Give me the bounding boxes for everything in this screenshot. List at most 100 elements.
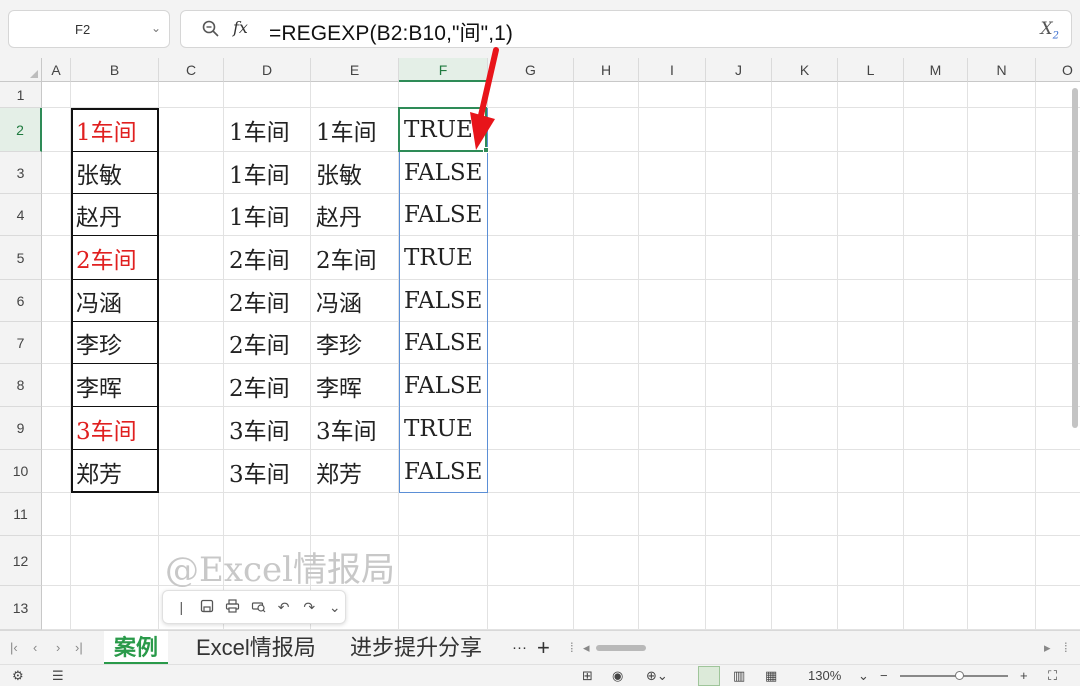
cell-b9[interactable]: 3车间 [71, 407, 159, 450]
column-header-l[interactable]: L [838, 58, 904, 82]
vertical-scrollbar[interactable] [1072, 88, 1078, 428]
column-header-o[interactable]: O [1036, 58, 1080, 82]
column-header-g[interactable]: G [488, 58, 574, 82]
zoom-in-icon[interactable]: + [1020, 668, 1028, 683]
tab-split-icon[interactable]: ⁞ [1064, 640, 1068, 655]
column-header-b[interactable]: B [71, 58, 159, 82]
print-preview-icon[interactable] [248, 599, 269, 616]
cell-b7[interactable]: 李珍 [71, 322, 159, 364]
prev-sheet-icon[interactable]: ‹ [33, 640, 37, 655]
cell-f6[interactable]: FALSE [399, 280, 488, 322]
row-header-5[interactable]: 5 [0, 236, 42, 280]
zoom-level[interactable]: 130% [808, 668, 841, 683]
cell-d4[interactable]: 1车间 [224, 194, 311, 236]
cell-f4[interactable]: FALSE [399, 194, 488, 236]
cell-b10[interactable]: 郑芳 [71, 450, 159, 493]
row-header-1[interactable]: 1 [0, 82, 42, 108]
last-sheet-icon[interactable]: ›| [75, 640, 83, 655]
cell-e6[interactable]: 冯涵 [311, 280, 399, 322]
cell-d3[interactable]: 1车间 [224, 152, 311, 194]
cell-d5[interactable]: 2车间 [224, 236, 311, 280]
formula-text[interactable]: =REGEXP(B2:B10,"间",1) [269, 17, 513, 47]
redo-icon[interactable]: ↷ [299, 599, 320, 616]
cell-e7[interactable]: 李珍 [311, 322, 399, 364]
dropdown-icon[interactable]: ⌄ [324, 599, 345, 616]
print-icon[interactable] [222, 598, 243, 616]
cell-b3[interactable]: 张敏 [71, 152, 159, 194]
row-header-12[interactable]: 12 [0, 536, 42, 586]
cell-f9[interactable]: TRUE [399, 407, 488, 450]
column-header-i[interactable]: I [639, 58, 706, 82]
page-break-icon[interactable]: ▦ [765, 668, 777, 684]
first-sheet-icon[interactable]: |‹ [10, 640, 18, 655]
horizontal-scrollbar[interactable] [596, 645, 646, 651]
sheet-tab-progress[interactable]: 进步提升分享 [340, 631, 492, 665]
clear-formula-icon[interactable]: X2 [1041, 19, 1059, 41]
cell-d2[interactable]: 1车间 [224, 108, 311, 152]
column-header-c[interactable]: C [159, 58, 224, 82]
fullscreen-icon[interactable]: ⛶ [1048, 668, 1057, 684]
column-header-f[interactable]: F [399, 58, 488, 82]
fill-handle[interactable] [483, 147, 489, 153]
cell-e10[interactable]: 郑芳 [311, 450, 399, 493]
row-header-9[interactable]: 9 [0, 407, 42, 450]
row-header-6[interactable]: 6 [0, 280, 42, 322]
cell-b8[interactable]: 李晖 [71, 364, 159, 407]
row-header-13[interactable]: 13 [0, 586, 42, 630]
zoom-function-icon[interactable] [201, 19, 221, 39]
sheet-tab-active[interactable]: 案例 [104, 631, 169, 665]
column-header-m[interactable]: M [904, 58, 968, 82]
cell-b4[interactable]: 赵丹 [71, 194, 159, 236]
next-sheet-icon[interactable]: › [56, 640, 60, 655]
cell-e2[interactable]: 1车间 [311, 108, 399, 152]
add-sheet-button[interactable]: + [527, 631, 560, 665]
cell-f8[interactable]: FALSE [399, 364, 488, 407]
sheet-list-icon[interactable]: ☰ [52, 668, 64, 684]
column-header-k[interactable]: K [772, 58, 838, 82]
row-header-7[interactable]: 7 [0, 322, 42, 364]
cell-e3[interactable]: 张敏 [311, 152, 399, 194]
row-header-10[interactable]: 10 [0, 450, 42, 493]
cell-b2[interactable]: 1车间 [71, 108, 159, 152]
zoom-out-icon[interactable]: − [880, 668, 888, 683]
normal-view-icon[interactable] [698, 666, 720, 686]
name-box-dropdown-icon[interactable]: ⌄ [151, 21, 161, 35]
zoom-dropdown-icon[interactable]: ⌄ [858, 668, 869, 684]
sheet-tab-excel[interactable]: Excel情报局 [186, 631, 326, 665]
column-header-d[interactable]: D [224, 58, 311, 82]
reading-mode-icon[interactable]: ⊞ [582, 668, 593, 684]
cell-d6[interactable]: 2车间 [224, 280, 311, 322]
formula-input[interactable]: fx =REGEXP(B2:B10,"间",1) X2 [180, 10, 1072, 48]
page-layout-icon[interactable]: ▥ [733, 668, 745, 684]
column-header-h[interactable]: H [574, 58, 639, 82]
row-header-2[interactable]: 2 [0, 108, 42, 152]
cell-e8[interactable]: 李晖 [311, 364, 399, 407]
column-header-j[interactable]: J [706, 58, 772, 82]
row-header-3[interactable]: 3 [0, 152, 42, 194]
crosshair-icon[interactable]: ⊕⌄ [646, 668, 668, 684]
column-header-e[interactable]: E [311, 58, 399, 82]
cell-f10[interactable]: FALSE [399, 450, 488, 493]
cell-d10[interactable]: 3车间 [224, 450, 311, 493]
cell-e9[interactable]: 3车间 [311, 407, 399, 450]
cell-b6[interactable]: 冯涵 [71, 280, 159, 322]
cell-d9[interactable]: 3车间 [224, 407, 311, 450]
spreadsheet-grid[interactable]: ABCDEFGHIJKLMNO 1 2 3 4 5 6 7 8 9 10 11 12 13 1车间 张敏赵… [0, 58, 1080, 630]
column-header-a[interactable]: A [42, 58, 71, 82]
select-all-corner[interactable] [0, 58, 42, 82]
eye-protection-icon[interactable]: ◉ [612, 668, 623, 684]
cell-f7[interactable]: FALSE [399, 322, 488, 364]
cell-e5[interactable]: 2车间 [311, 236, 399, 280]
cell-e4[interactable]: 赵丹 [311, 194, 399, 236]
cell-f3[interactable]: FALSE [399, 152, 488, 194]
save-icon[interactable] [197, 599, 218, 616]
undo-icon[interactable]: ↶ [273, 599, 294, 616]
cell-b5[interactable]: 2车间 [71, 236, 159, 280]
scroll-right-icon[interactable]: ▸ [1044, 640, 1051, 656]
scroll-left-icon[interactable]: ◂ [583, 640, 590, 656]
row-header-8[interactable]: 8 [0, 364, 42, 407]
cell-d8[interactable]: 2车间 [224, 364, 311, 407]
zoom-slider-thumb[interactable] [955, 671, 964, 680]
row-header-11[interactable]: 11 [0, 493, 42, 536]
column-header-n[interactable]: N [968, 58, 1036, 82]
